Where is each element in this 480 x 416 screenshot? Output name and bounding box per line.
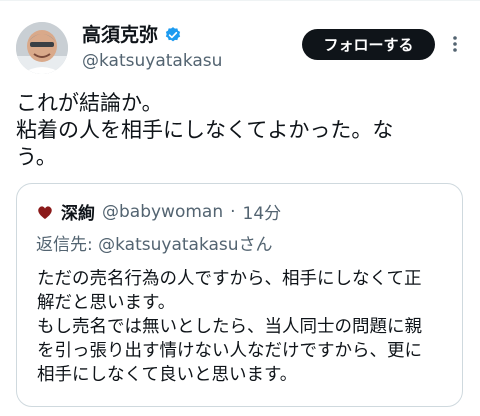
- author-avatar[interactable]: [16, 22, 68, 74]
- quoted-body-line: 解だと思います。: [37, 293, 176, 313]
- quoted-body-line: もし売名では無いとしたら、当人同士の問題に親: [37, 317, 422, 337]
- author-handle[interactable]: @katsuyatakasu: [82, 51, 222, 71]
- quoted-body-line: 相手にしなくて良いと思います。: [37, 365, 298, 385]
- tweet-line: う。: [16, 145, 57, 169]
- avatar-image: [16, 22, 68, 74]
- quoted-body-line: を引っ張り出す情けない人なだけですから、更に: [37, 341, 422, 361]
- quoted-body-line: ただの売名行為の人ですから、相手にしなくて正: [37, 269, 422, 289]
- quoted-tweet-body: ただの売名行為の人ですから、相手にしなくて正 解だと思います。 もし売名では無い…: [37, 267, 452, 387]
- more-vertical-icon[interactable]: [449, 34, 461, 54]
- top-divider: [0, 0, 480, 1]
- reply-to-line: 返信先: @katsuyatakasuさん: [36, 230, 273, 255]
- reply-mention-link[interactable]: @katsuyatakasu: [98, 235, 238, 255]
- tweet-text: これが結論か。 粘着の人を相手にしなくてよかった。な う。: [16, 90, 456, 171]
- tweet-line: これが結論か。: [16, 91, 163, 115]
- quoted-tweet-card[interactable]: 深絢 @babywoman · 14分 返信先: @katsuyatakasuさ…: [16, 183, 463, 407]
- quoted-author-handle[interactable]: @babywoman: [102, 202, 223, 222]
- quoted-author-name[interactable]: 深絢: [61, 199, 95, 224]
- reply-suffix: さん: [238, 235, 273, 255]
- author-display-name[interactable]: 高須克弥: [82, 24, 158, 46]
- reply-prefix: 返信先:: [36, 235, 93, 255]
- quoted-author-avatar[interactable]: [36, 203, 54, 221]
- tweet-line: 粘着の人を相手にしなくてよかった。な: [16, 118, 394, 142]
- follow-button[interactable]: フォローする: [302, 29, 435, 60]
- meta-separator: ·: [230, 201, 236, 222]
- quoted-timestamp[interactable]: 14分: [243, 199, 282, 224]
- author-name-row: 高須克弥: [82, 24, 182, 46]
- verified-badge-icon: [164, 26, 182, 44]
- quoted-tweet-header: 深絢 @babywoman · 14分: [36, 199, 281, 224]
